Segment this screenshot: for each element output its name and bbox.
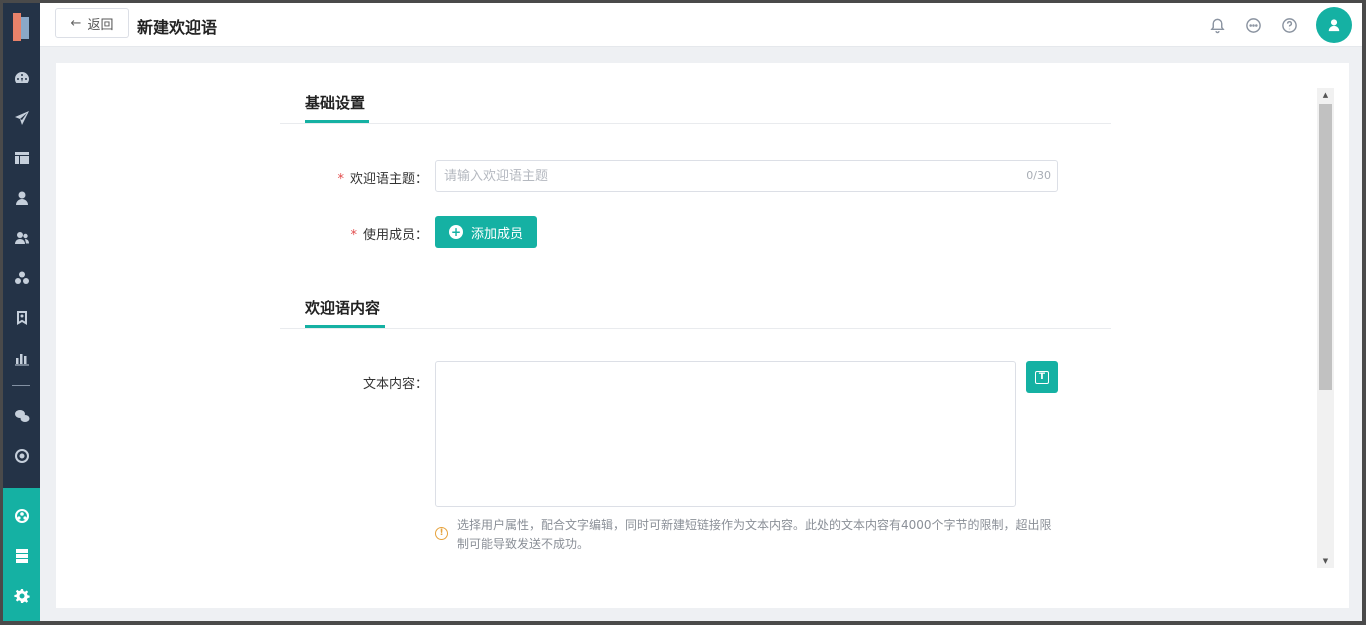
app-window: ← 返回 新建欢迎语 基础设置 * 欢迎语主题： 请输入欢迎语主题 0/30 *… [3, 3, 1362, 621]
section-divider-content [280, 328, 1111, 329]
community-icon [14, 509, 29, 523]
groups-icon [14, 271, 29, 284]
sidebar-item-bookmark[interactable] [3, 300, 40, 336]
help-button[interactable] [1280, 16, 1298, 34]
topic-input[interactable] [436, 161, 996, 191]
scrollbar-thumb[interactable] [1319, 104, 1332, 390]
text-content-label: 文本内容： [362, 377, 428, 392]
top-header: ← 返回 新建欢迎语 [40, 3, 1362, 47]
text-content-field[interactable] [435, 361, 1016, 507]
form-card: 基础设置 *欢迎语主题： 0/30 *使用成员： + 添加成员 欢迎语内容 文本… [56, 63, 1349, 608]
text-format-icon: T [1035, 370, 1049, 384]
required-mark: * [350, 228, 357, 243]
sidebar-item-community[interactable] [3, 498, 40, 534]
topic-label: * 欢迎语主题： [337, 172, 428, 187]
sidebar-item-server[interactable] [3, 538, 40, 574]
sidebar-active-zone [3, 488, 40, 621]
sidebar-item-chart[interactable] [3, 340, 40, 376]
user-icon [15, 191, 28, 205]
page-title: 新建欢迎语 [137, 18, 218, 37]
send-icon [14, 111, 29, 125]
scrollbar[interactable]: ▲ ▼ [1317, 88, 1334, 568]
sidebar-item-target[interactable] [3, 438, 40, 474]
sidebar-item-wechat[interactable] [3, 398, 40, 434]
sidebar-item-groups[interactable] [3, 260, 40, 296]
topic-char-count: 0/30 [1026, 169, 1051, 182]
server-icon [15, 549, 28, 563]
back-button-label: 返回 [87, 17, 114, 33]
app-logo [11, 13, 33, 41]
plus-circle-icon: + [448, 225, 463, 239]
bookmark-icon [16, 311, 27, 325]
chat-icon [1245, 17, 1261, 33]
sidebar [3, 3, 40, 621]
sidebar-divider [12, 385, 30, 386]
arrow-left-icon: ← [70, 15, 82, 31]
help-icon [1281, 17, 1297, 33]
scroll-down-arrow-icon[interactable]: ▼ [1317, 554, 1334, 568]
insert-text-button[interactable]: T [1026, 361, 1058, 393]
bar-chart-icon [14, 354, 29, 366]
dashboard-icon [14, 72, 29, 83]
scroll-up-arrow-icon[interactable]: ▲ [1317, 88, 1334, 102]
text-content-hint: 选择用户属性，配合文字编辑，同时可新建短链接作为文本内容。此处的文本内容有400… [457, 518, 1052, 551]
users-icon [14, 232, 29, 244]
bell-icon [1209, 18, 1225, 33]
members-label: * 使用成员： [350, 228, 428, 243]
section-title-basic: 基础设置 [305, 94, 366, 112]
layout-icon [14, 152, 29, 164]
user-avatar-icon [1328, 19, 1340, 32]
add-member-label: 添加成员 [470, 226, 523, 242]
wechat-icon [14, 410, 29, 422]
sidebar-item-settings[interactable] [3, 578, 40, 614]
sidebar-item-send[interactable] [3, 100, 40, 136]
required-mark: * [337, 172, 344, 187]
text-content-textarea[interactable] [436, 362, 1015, 506]
sidebar-item-user[interactable] [3, 180, 40, 216]
add-member-button[interactable]: + 添加成员 [435, 216, 537, 248]
sidebar-item-layout[interactable] [3, 140, 40, 176]
messages-button[interactable] [1244, 16, 1262, 34]
section-title-content: 欢迎语内容 [305, 299, 381, 317]
gear-icon [13, 589, 30, 603]
back-button[interactable]: ← 返回 [55, 8, 129, 38]
info-icon: ! [435, 527, 448, 540]
section-divider-basic [280, 123, 1111, 124]
target-icon [14, 449, 29, 463]
sidebar-item-users[interactable] [3, 220, 40, 256]
sidebar-item-dashboard[interactable] [3, 60, 40, 96]
user-avatar[interactable] [1316, 7, 1352, 43]
notification-button[interactable] [1208, 16, 1226, 34]
header-actions [1208, 3, 1362, 47]
topic-field[interactable]: 0/30 [435, 160, 1058, 192]
